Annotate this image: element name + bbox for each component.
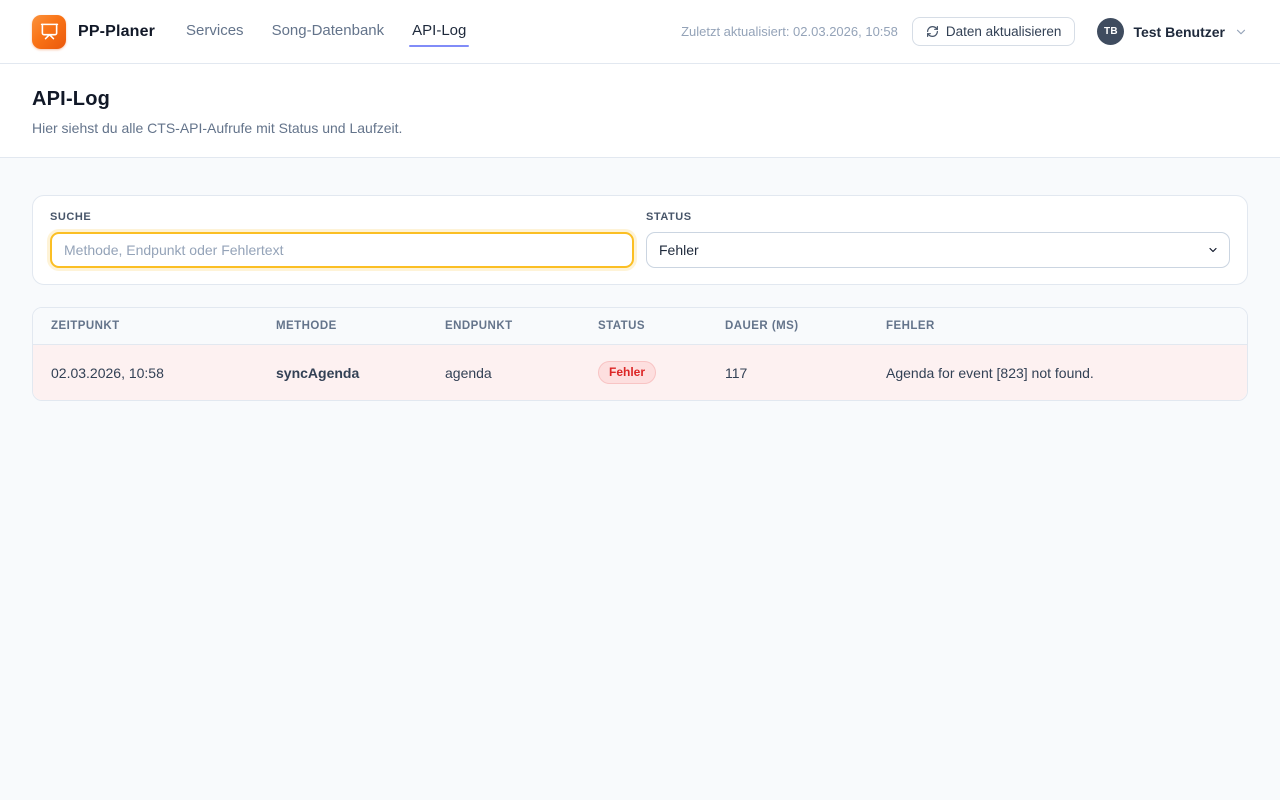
status-label: STATUS (646, 211, 1230, 223)
table-header-row: ZEITPUNKT METHODE ENDPUNKT STATUS DAUER … (33, 308, 1247, 345)
refresh-data-button[interactable]: Daten aktualisieren (912, 17, 1076, 46)
search-input[interactable] (50, 232, 634, 268)
brand-name: PP-Planer (78, 23, 155, 41)
user-menu[interactable]: TB Test Benutzer (1097, 18, 1248, 45)
cell-zeitpunkt: 02.03.2026, 10:58 (33, 345, 276, 401)
search-field-group: SUCHE (50, 211, 634, 268)
filter-card: SUCHE STATUS Fehler (32, 195, 1248, 285)
chevron-down-icon (1234, 25, 1248, 39)
col-header-status: STATUS (598, 308, 725, 345)
cell-dauer: 117 (725, 345, 886, 401)
api-log-table-card: ZEITPUNKT METHODE ENDPUNKT STATUS DAUER … (32, 307, 1248, 401)
app-logo (32, 15, 66, 49)
status-select[interactable]: Fehler (646, 232, 1230, 268)
status-field-group: STATUS Fehler (646, 211, 1230, 268)
api-log-table: ZEITPUNKT METHODE ENDPUNKT STATUS DAUER … (33, 308, 1247, 400)
col-header-zeitpunkt: ZEITPUNKT (33, 308, 276, 345)
refresh-button-label: Daten aktualisieren (946, 24, 1062, 39)
user-name: Test Benutzer (1133, 24, 1225, 40)
nav-item-song-datenbank[interactable]: Song-Datenbank (271, 16, 386, 47)
presentation-icon (40, 22, 59, 41)
cell-endpunkt: agenda (445, 345, 598, 401)
col-header-methode: METHODE (276, 308, 445, 345)
main-content: SUCHE STATUS Fehler ZEITPUNKT (0, 158, 1280, 401)
col-header-endpunkt: ENDPUNKT (445, 308, 598, 345)
col-header-fehler: FEHLER (886, 308, 1247, 345)
refresh-icon (926, 25, 939, 38)
status-badge: Fehler (598, 361, 656, 384)
avatar: TB (1097, 18, 1124, 45)
last-updated-text: Zuletzt aktualisiert: 02.03.2026, 10:58 (681, 24, 898, 39)
col-header-dauer: DAUER (MS) (725, 308, 886, 345)
nav-item-api-log[interactable]: API-Log (411, 16, 467, 47)
search-label: SUCHE (50, 211, 634, 223)
cell-methode: syncAgenda (276, 345, 445, 401)
page-title: API-Log (32, 88, 1248, 111)
nav-item-services[interactable]: Services (185, 16, 245, 47)
top-bar: PP-Planer Services Song-Datenbank API-Lo… (0, 0, 1280, 64)
cell-fehler: Agenda for event [823] not found. (886, 345, 1247, 401)
status-select-wrap: Fehler (646, 232, 1230, 268)
page-subtitle: Hier siehst du alle CTS-API-Aufrufe mit … (32, 120, 1248, 136)
brand-home-link[interactable]: PP-Planer (32, 15, 155, 49)
table-row: 02.03.2026, 10:58 syncAgenda agenda Fehl… (33, 345, 1247, 401)
page-header: API-Log Hier siehst du alle CTS-API-Aufr… (0, 64, 1280, 158)
main-nav: Services Song-Datenbank API-Log (185, 16, 467, 47)
cell-status: Fehler (598, 345, 725, 401)
